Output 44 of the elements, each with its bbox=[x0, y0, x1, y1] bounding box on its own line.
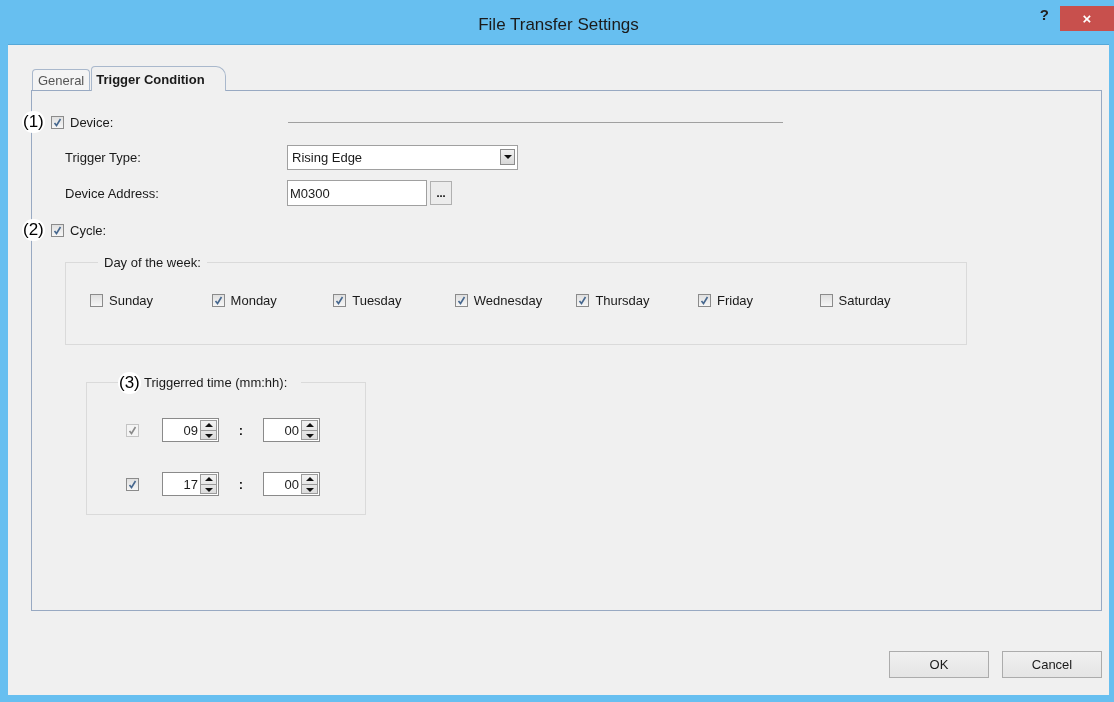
group-title: Day of the week: bbox=[103, 255, 202, 270]
checkbox[interactable] bbox=[576, 294, 590, 307]
checkbox-label: Sunday bbox=[109, 293, 154, 308]
browse-button[interactable]: ... bbox=[430, 181, 452, 205]
spin-box[interactable]: 17 bbox=[162, 472, 219, 496]
field-label: Trigger Type: bbox=[65, 149, 142, 165]
separator: : bbox=[237, 422, 245, 438]
checkbox-label: Wednesday bbox=[473, 293, 543, 308]
close-button[interactable]: × bbox=[1060, 6, 1114, 31]
checkbox-label: Monday bbox=[230, 293, 277, 308]
dialog-button[interactable]: OK bbox=[889, 651, 989, 678]
checkbox[interactable] bbox=[454, 294, 468, 307]
callout-number: (3) bbox=[118, 371, 141, 394]
checkbox[interactable] bbox=[211, 294, 225, 307]
spin-arrows-icon[interactable] bbox=[301, 474, 318, 494]
checkbox[interactable] bbox=[333, 294, 347, 307]
checkbox-label: Saturday bbox=[838, 293, 891, 308]
checkbox[interactable] bbox=[697, 294, 711, 307]
checkbox[interactable] bbox=[90, 294, 103, 307]
checkbox[interactable] bbox=[819, 294, 833, 307]
group-title: Triggerred time (mm:hh): bbox=[143, 375, 288, 390]
dropdown[interactable]: Rising Edge bbox=[287, 144, 518, 170]
field-label: Device Address: bbox=[65, 185, 160, 201]
checkbox-label: Friday bbox=[716, 293, 754, 308]
tab[interactable]: General bbox=[32, 69, 91, 90]
help-button[interactable]: ? bbox=[1035, 6, 1053, 23]
tab[interactable]: Trigger Condition bbox=[91, 66, 226, 91]
input-field[interactable]: M0300 bbox=[287, 180, 427, 206]
spin-arrows-icon[interactable] bbox=[200, 420, 217, 440]
callout-number: (1) bbox=[22, 111, 45, 133]
spin-box[interactable]: 00 bbox=[263, 472, 320, 496]
spin-arrows-icon[interactable] bbox=[301, 420, 318, 440]
spin-arrows-icon[interactable] bbox=[200, 474, 217, 494]
checkbox-label: Tuesday bbox=[352, 293, 402, 308]
checkbox[interactable] bbox=[51, 223, 64, 237]
window-title: File Transfer Settings bbox=[478, 15, 639, 35]
checkbox-label: Thursday bbox=[595, 293, 650, 308]
callout-number: (2) bbox=[22, 219, 45, 241]
checkbox[interactable] bbox=[126, 477, 139, 491]
dialog-button[interactable]: Cancel bbox=[1002, 651, 1102, 678]
checkbox[interactable] bbox=[51, 115, 64, 129]
checkbox-label: Device: bbox=[70, 114, 114, 130]
checkbox-label: Cycle: bbox=[70, 222, 107, 238]
separator: : bbox=[237, 476, 245, 492]
